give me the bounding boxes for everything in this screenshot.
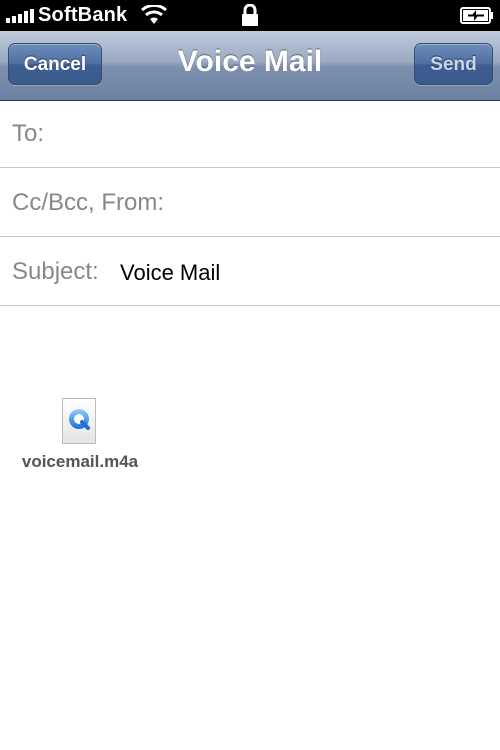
attachment-filename: voicemail.m4a xyxy=(21,452,139,471)
cc-bcc-from-label: Cc/Bcc, From: xyxy=(12,189,165,216)
cc-bcc-from-field[interactable]: Cc/Bcc, From: xyxy=(0,169,500,237)
subject-field[interactable]: Subject: Voice Mail xyxy=(0,238,500,306)
attachment[interactable]: voicemail.m4a xyxy=(10,398,150,478)
subject-label: Subject: xyxy=(12,258,99,285)
to-field[interactable]: To: xyxy=(0,100,500,168)
to-label: To: xyxy=(12,120,45,147)
carrier-name: SoftBank xyxy=(38,4,128,26)
wifi-icon xyxy=(141,5,167,24)
cancel-button[interactable]: Cancel xyxy=(8,43,102,85)
send-button[interactable]: Send xyxy=(414,43,493,85)
page-title: Voice Mail xyxy=(177,45,323,78)
status-bar: SoftBank xyxy=(0,0,500,31)
lock-icon xyxy=(242,4,258,26)
signal-bars-icon xyxy=(6,9,34,23)
navigation-bar: Cancel Voice Mail Send xyxy=(0,31,500,101)
subject-value[interactable]: Voice Mail xyxy=(120,260,220,286)
battery-charging-icon xyxy=(460,7,493,24)
quicktime-file-icon xyxy=(62,398,96,444)
